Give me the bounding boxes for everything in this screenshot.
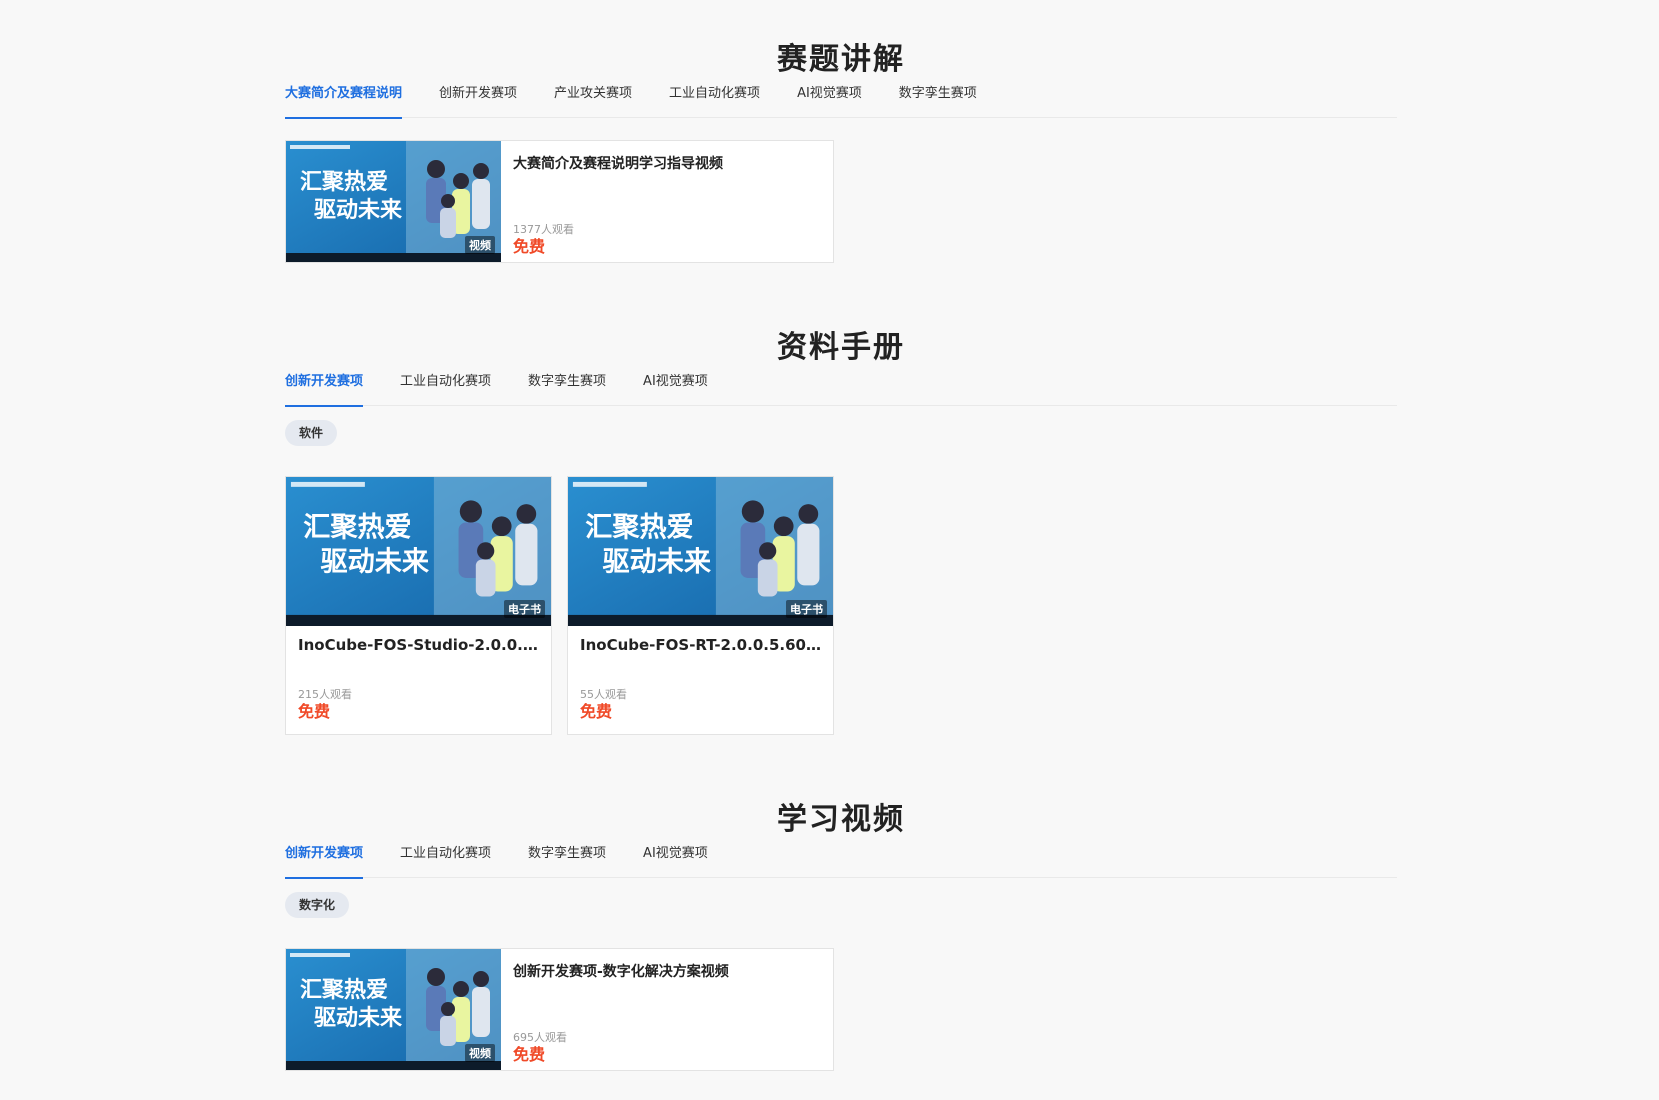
view-count: 1377人观看 [513,223,574,236]
ebook-badge: 电子书 [786,600,827,618]
svg-text:汇聚热爱: 汇聚热爱 [300,977,388,1003]
poster-image: 汇聚热爱驱动未来 电子书 [286,477,551,626]
tab-bar: 创新开发赛项 工业自动化赛项 数字孪生赛项 AI视觉赛项 [285,838,1397,879]
svg-text:驱动未来: 驱动未来 [314,198,403,223]
ebook-card[interactable]: 汇聚热爱驱动未来 电子书 InoCube-FOS-RT-2.0.0.5.60-r… [567,476,834,735]
course-card[interactable]: 汇聚热爱驱动未来 视频 创新开发赛项-数字化解决方案视频 695人观看 免费 [285,948,834,1071]
ebook-card[interactable]: 汇聚热爱驱动未来 电子书 InoCube-FOS-Studio-2.0.0.5.… [285,476,552,735]
tab-digital-twin[interactable]: 数字孪生赛项 [528,838,606,878]
ebook-title: InoCube-FOS-RT-2.0.0.5.60-re... [580,636,821,654]
tab-bar: 大赛简介及赛程说明 创新开发赛项 产业攻关赛项 工业自动化赛项 AI视觉赛项 数… [285,78,1397,119]
section-title: 资料手册 [777,330,905,365]
view-count: 695人观看 [513,1031,567,1044]
tab-automation[interactable]: 工业自动化赛项 [669,78,760,118]
tab-innovation[interactable]: 创新开发赛项 [285,838,364,879]
section-title: 赛题讲解 [777,42,905,77]
svg-text:驱动未来: 驱动未来 [321,547,430,578]
ebook-title: InoCube-FOS-Studio-2.0.0.5.9... [298,636,539,654]
video-badge: 视频 [465,1044,495,1062]
poster-image: 汇聚热爱驱动未来 视频 [286,949,501,1070]
tab-innovation[interactable]: 创新开发赛项 [439,78,517,118]
tab-ai-vision[interactable]: AI视觉赛项 [643,838,708,878]
price-label: 免费 [298,702,331,721]
svg-text:汇聚热爱: 汇聚热爱 [300,169,388,195]
course-card[interactable]: 汇聚热爱驱动未来 视频 大赛简介及赛程说明学习指导视频 1377人观看 免费 [285,140,834,263]
filter-chip-digital[interactable]: 数字化 [285,892,350,918]
tab-ai-vision[interactable]: AI视觉赛项 [797,78,862,118]
section-title: 学习视频 [777,802,905,837]
price-label: 免费 [513,1045,546,1064]
video-badge: 视频 [465,236,495,254]
tab-automation[interactable]: 工业自动化赛项 [400,838,491,878]
svg-text:驱动未来: 驱动未来 [603,547,712,578]
view-count: 215人观看 [298,688,352,701]
filter-chip-software[interactable]: 软件 [285,420,338,446]
tab-industry[interactable]: 产业攻关赛项 [554,78,632,118]
tab-intro[interactable]: 大赛简介及赛程说明 [285,78,403,119]
tab-innovation[interactable]: 创新开发赛项 [285,366,364,407]
view-count: 55人观看 [580,688,627,701]
tab-ai-vision[interactable]: AI视觉赛项 [643,366,708,406]
svg-text:汇聚热爱: 汇聚热爱 [585,512,693,543]
tab-bar: 创新开发赛项 工业自动化赛项 数字孪生赛项 AI视觉赛项 [285,366,1397,407]
price-label: 免费 [580,702,613,721]
tab-digital-twin[interactable]: 数字孪生赛项 [528,366,606,406]
ebook-badge: 电子书 [504,600,545,618]
tab-digital-twin[interactable]: 数字孪生赛项 [899,78,977,118]
tab-automation[interactable]: 工业自动化赛项 [400,366,491,406]
svg-text:驱动未来: 驱动未来 [314,1006,403,1031]
course-title: 大赛简介及赛程说明学习指导视频 [513,156,723,172]
poster-image: 汇聚热爱驱动未来 电子书 [568,477,833,626]
price-label: 免费 [513,237,546,256]
poster-image: 汇聚热爱驱动未来 视频 [286,141,501,262]
svg-text:汇聚热爱: 汇聚热爱 [303,512,411,543]
course-title: 创新开发赛项-数字化解决方案视频 [513,964,729,980]
